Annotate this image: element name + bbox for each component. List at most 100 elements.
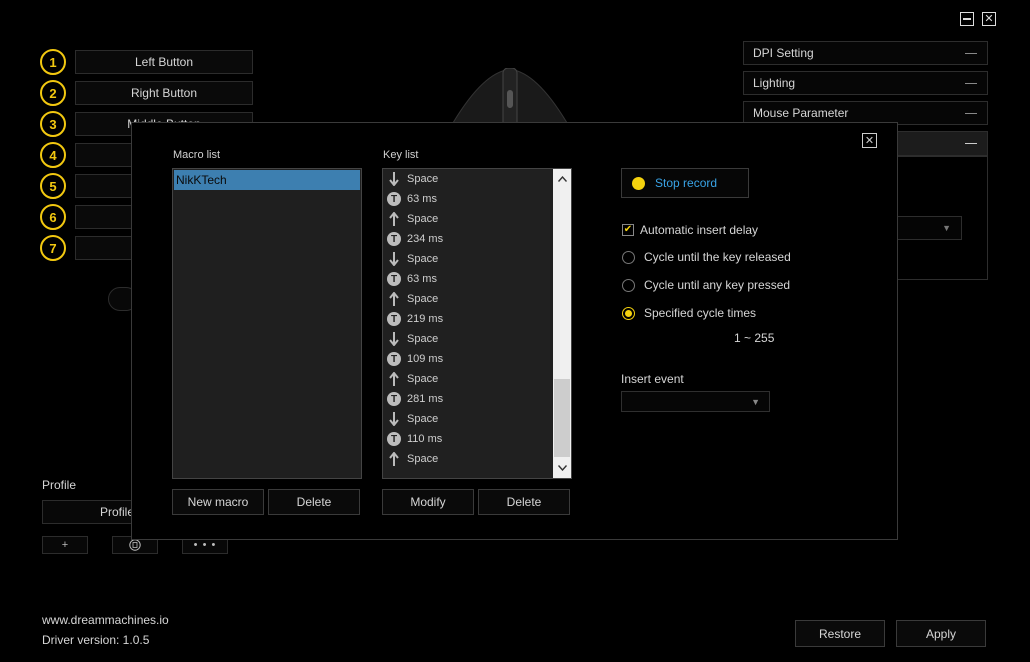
- stop-record-label: Stop record: [655, 176, 718, 190]
- modify-key-button[interactable]: Modify: [382, 489, 474, 515]
- profile-label: Profile: [42, 478, 77, 492]
- key-list-item[interactable]: Space: [383, 449, 553, 469]
- scroll-up-icon[interactable]: [553, 171, 571, 187]
- option-label: Cycle until any key pressed: [644, 278, 791, 292]
- side-panel-label: Lighting: [753, 76, 796, 90]
- key-list-item[interactable]: T 281 ms: [383, 389, 553, 409]
- arrow-up-icon: [387, 291, 401, 307]
- key-event-text: Space: [407, 333, 439, 345]
- auto-insert-delay-checkbox[interactable]: ✔: [622, 224, 634, 236]
- key-event-text: 234 ms: [407, 233, 444, 245]
- key-list-item[interactable]: Space: [383, 209, 553, 229]
- timer-icon: T: [387, 231, 401, 247]
- key-event-text: 63 ms: [407, 273, 437, 285]
- website-link[interactable]: www.dreammachines.io: [42, 613, 169, 627]
- add-profile-button[interactable]: +: [42, 536, 88, 554]
- dialog-close-icon[interactable]: ✕: [862, 133, 877, 148]
- cycle-release-radio[interactable]: [622, 250, 635, 264]
- key-list-item[interactable]: T 63 ms: [383, 269, 553, 289]
- timer-icon: T: [387, 311, 401, 327]
- key-list-item[interactable]: T 219 ms: [383, 309, 553, 329]
- key-event-text: 63 ms: [407, 193, 437, 205]
- key-list-item[interactable]: Space: [383, 329, 553, 349]
- key-list-item[interactable]: T 109 ms: [383, 349, 553, 369]
- key-event-text: Space: [407, 453, 439, 465]
- button-row-1[interactable]: 1 Left Button: [40, 49, 254, 75]
- side-panel-label: Mouse Parameter: [753, 106, 849, 120]
- insert-event-dropdown[interactable]: ▼: [621, 391, 770, 412]
- arrow-down-icon: [387, 331, 401, 347]
- chevron-down-icon: ▼: [942, 223, 951, 233]
- cycle-range: 1 ~ 255: [734, 331, 775, 345]
- macro-list-item[interactable]: NikKTech: [174, 170, 360, 190]
- side-panel-lighting[interactable]: Lighting: [743, 71, 988, 95]
- timer-icon: T: [387, 391, 401, 407]
- key-event-text: Space: [407, 413, 439, 425]
- button-number-badge: 1: [40, 49, 66, 75]
- key-list-item[interactable]: Space: [383, 249, 553, 269]
- key-event-text: Space: [407, 293, 439, 305]
- button-number-badge: 7: [40, 235, 66, 261]
- button-number-badge: 3: [40, 111, 66, 137]
- macro-list[interactable]: NikKTech: [172, 168, 362, 479]
- key-list-item[interactable]: Space: [383, 369, 553, 389]
- button-assign-1[interactable]: Left Button: [75, 50, 253, 74]
- new-macro-button[interactable]: New macro: [172, 489, 264, 515]
- arrow-down-icon: [387, 171, 401, 187]
- key-event-text: Space: [407, 373, 439, 385]
- collapse-icon: [965, 53, 977, 54]
- key-list-item[interactable]: T 63 ms: [383, 189, 553, 209]
- side-panel-dpi-setting[interactable]: DPI Setting: [743, 41, 988, 65]
- close-icon[interactable]: ✕: [982, 12, 996, 26]
- trash-icon: [129, 539, 141, 551]
- key-event-text: 110 ms: [407, 433, 443, 445]
- cycle-release-option[interactable]: Cycle until the key released: [622, 249, 791, 265]
- restore-button[interactable]: Restore: [795, 620, 885, 647]
- collapse-icon: [965, 143, 977, 144]
- driver-version: Driver version: 1.0.5: [42, 633, 150, 647]
- macro-list-label: Macro list: [173, 149, 221, 161]
- record-dot-icon: [632, 176, 645, 190]
- key-event-text: Space: [407, 253, 439, 265]
- arrow-down-icon: [387, 251, 401, 267]
- collapse-icon: [965, 83, 977, 84]
- timer-icon: T: [387, 431, 401, 447]
- scroll-down-icon[interactable]: [553, 460, 571, 476]
- cycle-times-option[interactable]: Specified cycle times: [622, 305, 756, 321]
- arrow-up-icon: [387, 211, 401, 227]
- key-event-text: 219 ms: [407, 313, 444, 325]
- key-list-item[interactable]: Space: [383, 169, 553, 189]
- option-label: Cycle until the key released: [644, 250, 791, 264]
- cycle-times-radio[interactable]: [622, 306, 635, 320]
- timer-icon: T: [387, 351, 401, 367]
- side-panel-label: DPI Setting: [753, 46, 814, 60]
- key-event-text: 281 ms: [407, 393, 444, 405]
- arrow-up-icon: [387, 371, 401, 387]
- scroll-thumb[interactable]: [554, 379, 570, 457]
- button-number-badge: 5: [40, 173, 66, 199]
- button-row-2[interactable]: 2 Right Button: [40, 80, 254, 106]
- button-assign-2[interactable]: Right Button: [75, 81, 253, 105]
- auto-insert-delay-option[interactable]: ✔ Automatic insert delay: [622, 222, 758, 238]
- background-dropdown[interactable]: ▼: [897, 216, 962, 240]
- button-number-badge: 2: [40, 80, 66, 106]
- cycle-any-option[interactable]: Cycle until any key pressed: [622, 277, 790, 293]
- key-list-item[interactable]: T 110 ms: [383, 429, 553, 449]
- delete-macro-button[interactable]: Delete: [268, 489, 360, 515]
- key-list-label: Key list: [383, 149, 419, 161]
- key-event-text: Space: [407, 173, 439, 185]
- key-list-item[interactable]: Space: [383, 289, 553, 309]
- option-label: Specified cycle times: [644, 306, 757, 320]
- key-list-item[interactable]: T 234 ms: [383, 229, 553, 249]
- apply-button[interactable]: Apply: [896, 620, 986, 647]
- arrow-up-icon: [387, 451, 401, 467]
- option-label: Automatic insert delay: [640, 223, 759, 237]
- delete-key-button[interactable]: Delete: [478, 489, 570, 515]
- key-list-scrollbar[interactable]: [553, 169, 571, 478]
- stop-record-button[interactable]: Stop record: [621, 168, 749, 198]
- key-list-item[interactable]: Space: [383, 409, 553, 429]
- cycle-any-radio[interactable]: [622, 278, 635, 292]
- minimize-icon[interactable]: [960, 12, 974, 26]
- key-list[interactable]: Space T 63 ms Space T 234 ms Space T 63 ms Space T…: [382, 168, 572, 479]
- collapse-icon: [965, 113, 977, 114]
